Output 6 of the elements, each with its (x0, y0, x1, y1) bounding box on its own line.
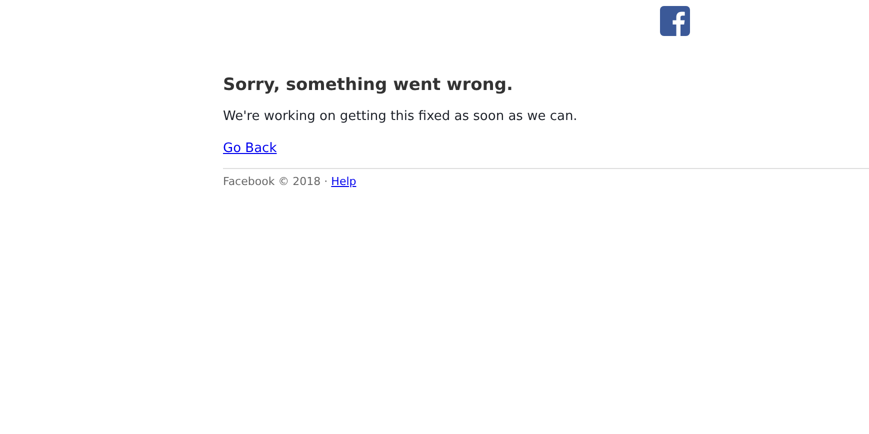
go-back-link[interactable]: Go Back (223, 139, 277, 159)
footer-text: Facebook © 2018 · Help (223, 174, 358, 190)
help-link[interactable]: Help (331, 175, 356, 188)
logo-icon (660, 6, 690, 36)
error-heading: Sorry, something went wrong. (223, 74, 514, 97)
error-message: We're working on getting this fixed as soon as we can. (223, 108, 578, 126)
